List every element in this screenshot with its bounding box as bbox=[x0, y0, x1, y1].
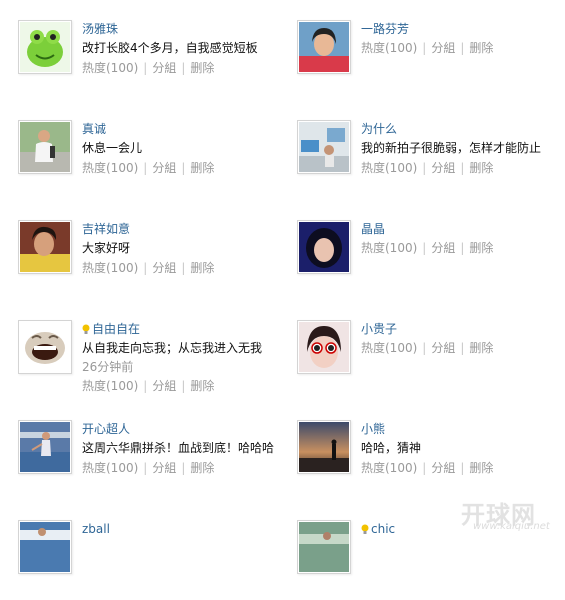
friend-name-link[interactable]: 小熊 bbox=[361, 422, 385, 436]
group-link[interactable]: 分組 bbox=[431, 341, 455, 355]
friend-card: 小熊 哈哈，猜神 热度(100) | 分組 | 删除 bbox=[297, 420, 565, 500]
delete-link[interactable]: 删除 bbox=[469, 241, 493, 255]
group-link[interactable]: 分組 bbox=[152, 379, 176, 393]
group-link[interactable]: 分組 bbox=[431, 241, 455, 255]
lightbulb-icon bbox=[361, 524, 369, 534]
group-link[interactable]: 分組 bbox=[431, 461, 455, 475]
friend-name-link[interactable]: chic bbox=[371, 522, 395, 536]
heat-link[interactable]: 热度(100) bbox=[82, 379, 138, 393]
divider: | bbox=[143, 61, 148, 75]
status-text: 我的新拍子很脆弱，怎样才能防止 bbox=[361, 141, 542, 155]
friend-name-link[interactable]: 开心超人 bbox=[82, 422, 130, 436]
friend-card: zball ​ bbox=[18, 520, 288, 600]
group-link[interactable]: 分組 bbox=[152, 461, 176, 475]
status-text: 哈哈，猜神 bbox=[361, 441, 422, 455]
avatar[interactable] bbox=[297, 320, 351, 374]
heat-link[interactable]: 热度(100) bbox=[82, 261, 138, 275]
friend-name-link[interactable]: 一路芬芳 bbox=[361, 22, 409, 36]
timestamp: 26分钟前 bbox=[82, 360, 134, 374]
friend-card: 开心超人 这周六华鼎拼杀！血战到底！哈哈哈 热度(100) | 分組 | 删除 bbox=[18, 420, 288, 500]
status-text: 改打长胶4个多月，自我感觉短板 bbox=[82, 41, 258, 55]
group-link[interactable]: 分組 bbox=[431, 41, 455, 55]
delete-link[interactable]: 删除 bbox=[469, 341, 493, 355]
divider: | bbox=[460, 41, 465, 55]
divider: | bbox=[422, 41, 427, 55]
heat-link[interactable]: 热度(100) bbox=[82, 161, 138, 175]
divider: | bbox=[143, 261, 148, 275]
avatar[interactable] bbox=[18, 420, 72, 474]
friend-card: 自由自在 从自我走向忘我；从忘我进入无我 26分钟前 热度(100) | 分組 | 删除 bbox=[18, 320, 288, 400]
friend-name-link[interactable]: 汤雅珠 bbox=[82, 22, 118, 36]
avatar[interactable] bbox=[18, 520, 72, 574]
heat-link[interactable]: 热度(100) bbox=[82, 461, 138, 475]
friend-name-link[interactable]: 为什么 bbox=[361, 122, 397, 136]
divider: | bbox=[460, 241, 465, 255]
friend-name-link[interactable]: 晶晶 bbox=[361, 222, 385, 236]
heat-link[interactable]: 热度(100) bbox=[361, 241, 417, 255]
avatar[interactable] bbox=[297, 20, 351, 74]
divider: | bbox=[460, 341, 465, 355]
heat-link[interactable]: 热度(100) bbox=[361, 41, 417, 55]
delete-link[interactable]: 删除 bbox=[190, 461, 214, 475]
divider: | bbox=[460, 161, 465, 175]
group-link[interactable]: 分組 bbox=[431, 161, 455, 175]
divider: | bbox=[181, 161, 186, 175]
friend-name-link[interactable]: 小贵子 bbox=[361, 322, 397, 336]
divider: | bbox=[181, 379, 186, 393]
group-link[interactable]: 分組 bbox=[152, 61, 176, 75]
status-text: 休息一会儿 bbox=[82, 141, 143, 155]
status-text: ​ bbox=[82, 538, 292, 558]
heat-link[interactable]: 热度(100) bbox=[82, 61, 138, 75]
friend-name-link[interactable]: 自由自在 bbox=[92, 322, 140, 336]
group-link[interactable]: 分組 bbox=[152, 261, 176, 275]
avatar[interactable] bbox=[297, 120, 351, 174]
divider: | bbox=[181, 261, 186, 275]
group-link[interactable]: 分組 bbox=[152, 161, 176, 175]
watermark-url: www.kaiqiu.net bbox=[473, 521, 550, 532]
friend-card: 为什么 我的新拍子很脆弱，怎样才能防止 热度(100) | 分組 | 删除 bbox=[297, 120, 565, 200]
avatar[interactable] bbox=[18, 220, 72, 274]
divider: | bbox=[143, 461, 148, 475]
status-text: 从自我走向忘我；从忘我进入无我 bbox=[82, 341, 263, 355]
delete-link[interactable]: 删除 bbox=[469, 161, 493, 175]
avatar[interactable] bbox=[18, 320, 72, 374]
delete-link[interactable]: 删除 bbox=[469, 41, 493, 55]
status-text: 大家好呀 bbox=[82, 241, 131, 255]
delete-link[interactable]: 删除 bbox=[190, 261, 214, 275]
friend-name-link[interactable]: 真诚 bbox=[82, 122, 106, 136]
avatar[interactable] bbox=[18, 120, 72, 174]
divider: | bbox=[422, 341, 427, 355]
divider: | bbox=[460, 461, 465, 475]
avatar[interactable] bbox=[18, 20, 72, 74]
divider: | bbox=[422, 241, 427, 255]
delete-link[interactable]: 删除 bbox=[190, 379, 214, 393]
avatar[interactable] bbox=[297, 420, 351, 474]
friend-card: 晶晶 热度(100) | 分組 | 删除 bbox=[297, 220, 565, 300]
avatar[interactable] bbox=[297, 220, 351, 274]
divider: | bbox=[422, 461, 427, 475]
friend-card: 小贵子 热度(100) | 分組 | 删除 bbox=[297, 320, 565, 400]
friend-card: 真诚 休息一会儿 热度(100) | 分組 | 删除 bbox=[18, 120, 288, 200]
friend-name-link[interactable]: zball bbox=[82, 522, 110, 536]
friend-card: 吉祥如意 大家好呀 热度(100) | 分組 | 删除 bbox=[18, 220, 288, 300]
friend-card: 一路芬芳 热度(100) | 分組 | 删除 bbox=[297, 20, 565, 100]
delete-link[interactable]: 删除 bbox=[190, 161, 214, 175]
lightbulb-icon bbox=[82, 324, 90, 334]
avatar[interactable] bbox=[297, 520, 351, 574]
status-text: 这周六华鼎拼杀！血战到底！哈哈哈 bbox=[82, 441, 275, 455]
delete-link[interactable]: 删除 bbox=[190, 61, 214, 75]
divider: | bbox=[143, 379, 148, 393]
divider: | bbox=[181, 461, 186, 475]
heat-link[interactable]: 热度(100) bbox=[361, 341, 417, 355]
friend-name-link[interactable]: 吉祥如意 bbox=[82, 222, 130, 236]
divider: | bbox=[422, 161, 427, 175]
watermark: 开球网 www.kaiqiu.net bbox=[441, 495, 561, 535]
delete-link[interactable]: 删除 bbox=[469, 461, 493, 475]
divider: | bbox=[143, 161, 148, 175]
friend-card: 汤雅珠 改打长胶4个多月，自我感觉短板 热度(100) | 分組 | 删除 bbox=[18, 20, 288, 100]
heat-link[interactable]: 热度(100) bbox=[361, 461, 417, 475]
divider: | bbox=[181, 61, 186, 75]
heat-link[interactable]: 热度(100) bbox=[361, 161, 417, 175]
